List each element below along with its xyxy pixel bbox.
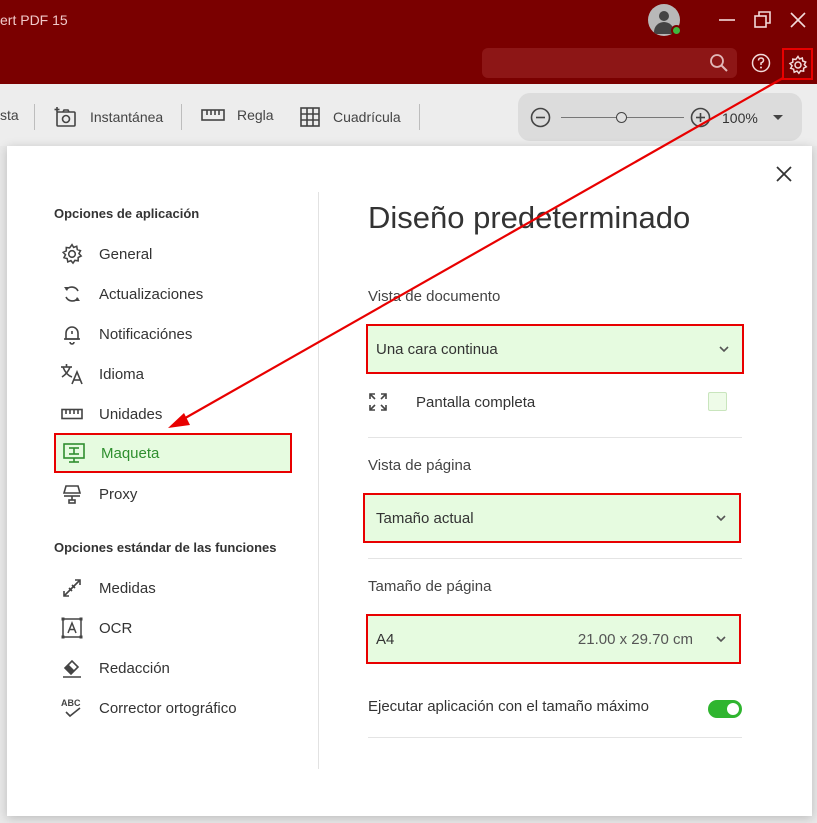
snapshot-button[interactable]: Instantánea [54,105,163,129]
toolbar-separator [181,104,182,130]
page-view-label: Vista de página [368,457,472,474]
zoom-value[interactable]: 100% [722,110,758,126]
translate-icon [60,362,84,386]
help-icon[interactable] [751,53,771,73]
sidebar-item-general[interactable]: General [54,236,292,272]
document-view-value: Una cara continua [376,340,498,358]
minimize-icon[interactable] [715,8,739,32]
bell-icon [60,322,84,346]
toolbar-item-partial[interactable]: sta [0,107,19,123]
fullscreen-row[interactable]: Pantalla completa [368,388,742,416]
sidebar-item-notifications[interactable]: Notificaciónes [54,316,292,352]
refresh-icon [60,282,84,306]
measure-icon [60,576,84,600]
svg-text:ABC: ABC [61,698,81,708]
toolbar-separator [34,104,35,130]
maximize-label: Ejecutar aplicación con el tamaño máximo [368,698,649,715]
layout-icon [62,441,86,465]
page-title: Diseño predeterminado [368,200,691,235]
ocr-icon [60,616,84,640]
ruler-icon [60,402,84,426]
chevron-down-icon [716,515,726,522]
document-view-select[interactable]: Una cara continua [366,324,744,374]
page-size-select[interactable]: A4 21.00 x 29.70 cm [366,614,741,664]
close-window-icon[interactable] [786,8,810,32]
maximize-toggle[interactable] [708,700,742,718]
close-dialog-icon[interactable] [774,164,794,184]
fullscreen-label: Pantalla completa [416,393,536,411]
page-view-select[interactable]: Tamaño actual [363,493,741,543]
zoom-in-icon[interactable] [690,107,711,128]
section-title-feature-options: Opciones estándar de las funciones [54,540,277,555]
section-divider [368,558,742,559]
gear-icon [60,242,84,266]
ruler-icon [201,109,225,121]
grid-icon [300,107,320,127]
eraser-icon [60,656,84,680]
sidebar-item-layout[interactable]: Maqueta [54,433,292,473]
online-status-dot [671,25,682,36]
sidebar-item-measurements[interactable]: Medidas [54,570,292,606]
document-view-label: Vista de documento [368,288,501,305]
section-title-app-options: Opciones de aplicación [54,206,200,221]
settings-button[interactable] [782,48,813,80]
sidebar-item-updates[interactable]: Actualizaciones [54,276,292,312]
zoom-slider-handle[interactable] [616,112,627,123]
page-size-dimensions: 21.00 x 29.70 cm [577,631,693,648]
sidebar-item-redaction[interactable]: Redacción [54,650,292,686]
page-size-label: Tamaño de página [368,578,492,595]
sidebar-item-ocr[interactable]: OCR [54,610,292,646]
gear-icon [788,55,808,75]
sidebar-item-proxy[interactable]: Proxy [54,476,292,512]
section-divider [368,737,742,738]
spellcheck-icon: ABC [60,696,84,720]
chevron-down-icon [719,346,729,353]
zoom-out-icon[interactable] [530,107,551,128]
sidebar-item-language[interactable]: Idioma [54,356,292,392]
zoom-dropdown-icon[interactable] [772,114,784,122]
ruler-button[interactable]: Regla [201,107,274,123]
dialog-divider [318,192,319,769]
page-size-value: A4 [376,630,395,648]
grid-button[interactable]: Cuadrícula [299,106,401,128]
fullscreen-checkbox[interactable] [708,392,727,411]
chevron-down-icon [716,636,726,643]
toolbar-separator [419,104,420,130]
restore-icon[interactable] [751,8,775,32]
section-divider [368,437,742,438]
page-view-value: Tamaño actual [376,509,474,527]
sidebar-item-units[interactable]: Unidades [54,396,292,432]
app-title: ert PDF 15 [0,12,68,28]
search-input[interactable] [482,48,737,78]
sidebar-item-spellcheck[interactable]: ABC Corrector ortográfico [54,690,292,726]
snapshot-icon [54,107,76,127]
fullscreen-icon [369,393,387,411]
network-icon [60,482,84,506]
search-icon [710,54,728,72]
